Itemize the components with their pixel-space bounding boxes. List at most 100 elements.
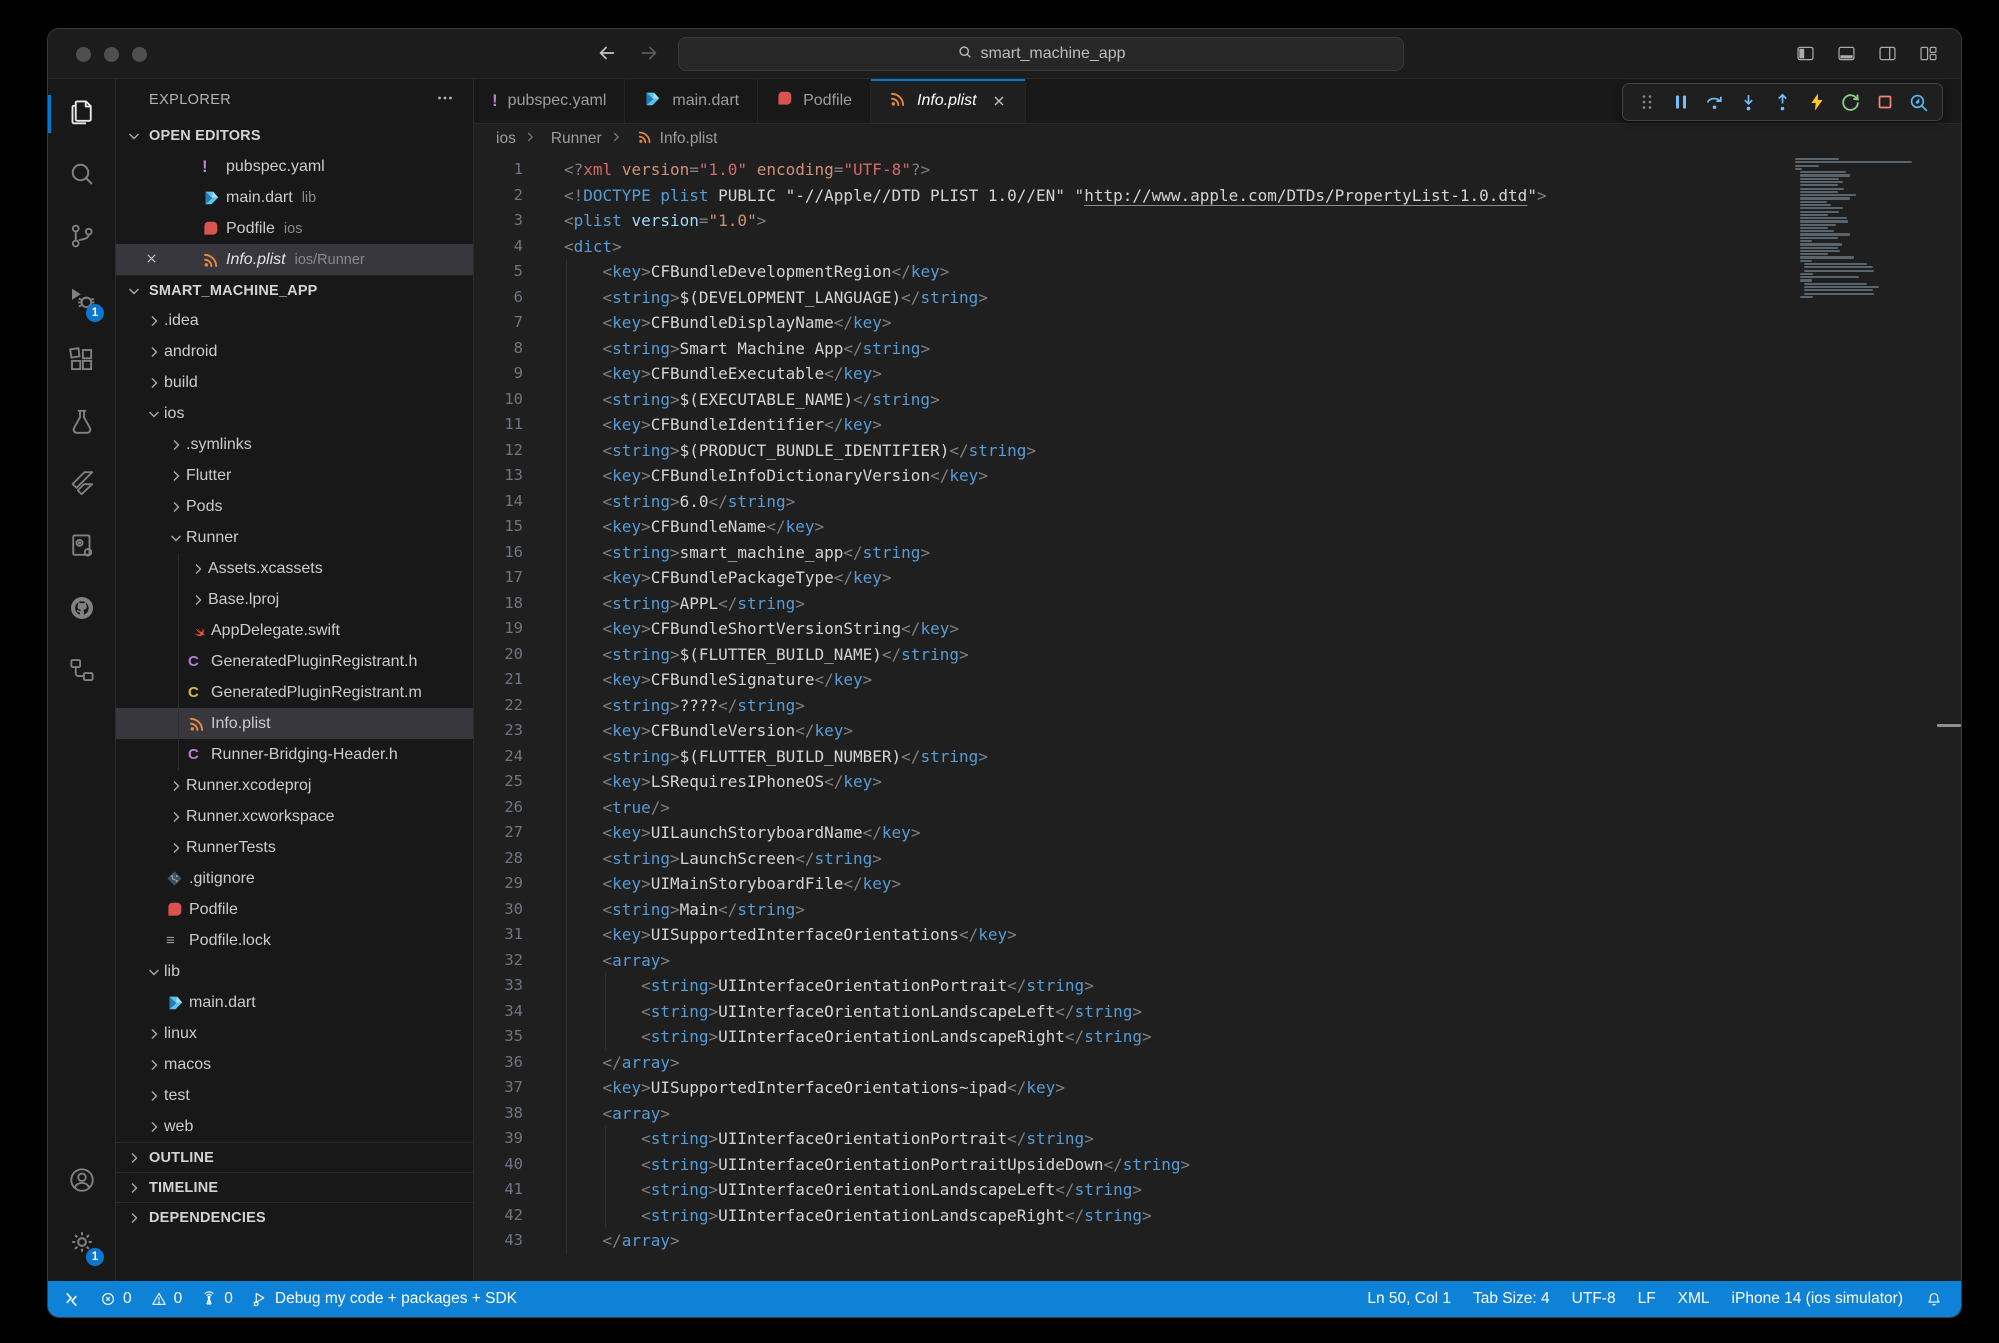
code-line[interactable]: 20 <string>$(FLUTTER_BUILD_NAME)</string… [474,642,1961,668]
code-line[interactable]: 18 <string>APPL</string> [474,591,1961,617]
activity-extensions[interactable] [48,331,115,393]
code-line[interactable]: 30 <string>Main</string> [474,897,1961,923]
debug-step-into-button[interactable] [1735,89,1762,116]
code-line[interactable]: 24 <string>$(FLUTTER_BUILD_NUMBER)</stri… [474,744,1961,770]
tree-item-flutter[interactable]: Flutter [116,460,473,491]
activity-account[interactable] [48,1151,115,1213]
code-line[interactable]: 41 <string>UIInterfaceOrientationLandsca… [474,1177,1961,1203]
activity-github[interactable] [48,579,115,641]
activity-explorer[interactable] [48,83,115,145]
code-line[interactable]: 26 <true/> [474,795,1961,821]
code-line[interactable]: 37 <key>UISupportedInterfaceOrientations… [474,1075,1961,1101]
code-line[interactable]: 25 <key>LSRequiresIPhoneOS</key> [474,769,1961,795]
activity-search[interactable] [48,145,115,207]
activity-project[interactable] [48,517,115,579]
debug-step-out-button[interactable] [1769,89,1796,116]
toggle-secondary-sidebar-button[interactable] [1877,43,1898,69]
code-line[interactable]: 6 <string>$(DEVELOPMENT_LANGUAGE)</strin… [474,285,1961,311]
code-line[interactable]: 5 <key>CFBundleDevelopmentRegion</key> [474,259,1961,285]
open-editor-info-plist[interactable]: Info.plist ios/Runner [116,244,473,275]
code-line[interactable]: 23 <key>CFBundleVersion</key> [474,718,1961,744]
activity-settings[interactable]: 1 [48,1213,115,1275]
tree-item-symlinks[interactable]: .symlinks [116,429,473,460]
section-outline[interactable]: OUTLINE [116,1142,473,1172]
tree-item-test[interactable]: test [116,1080,473,1111]
breadcrumb-runner[interactable]: Runner [516,130,602,149]
code-line[interactable]: 29 <key>UIMainStoryboardFile</key> [474,871,1961,897]
workspace-header[interactable]: SMART_MACHINE_APP [116,275,473,305]
open-editor-main-dart[interactable]: main.dart lib [116,182,473,213]
code-line[interactable]: 4<dict> [474,234,1961,260]
code-line[interactable]: 13 <key>CFBundleInfoDictionaryVersion</k… [474,463,1961,489]
tree-item-linux[interactable]: linux [116,1018,473,1049]
section-timeline[interactable]: TIMELINE [116,1172,473,1202]
debug-stop-button[interactable] [1871,89,1898,116]
tree-item-lib[interactable]: lib [116,956,473,987]
ports-indicator[interactable]: 0 [200,1290,233,1308]
activity-references[interactable] [48,641,115,703]
tree-item-macos[interactable]: macos [116,1049,473,1080]
tree-item-pods[interactable]: Pods [116,491,473,522]
close-editor-button[interactable] [144,251,159,271]
tree-item-base-lproj[interactable]: Base.lproj [116,584,473,615]
tab-main-dart[interactable]: main.dart [625,79,758,123]
code-line[interactable]: 39 <string>UIInterfaceOrientationPortrai… [474,1126,1961,1152]
code-line[interactable]: 11 <key>CFBundleIdentifier</key> [474,412,1961,438]
device-selector[interactable]: iPhone 14 (ios simulator) [1732,1290,1903,1308]
code-line[interactable]: 42 <string>UIInterfaceOrientationLandsca… [474,1203,1961,1229]
zoom-window-button[interactable] [132,47,147,62]
tree-item-build[interactable]: build [116,367,473,398]
cursor-position[interactable]: Ln 50, Col 1 [1367,1290,1451,1308]
code-line[interactable]: 28 <string>LaunchScreen</string> [474,846,1961,872]
code-line[interactable]: 8 <string>Smart Machine App</string> [474,336,1961,362]
tree-item-assets-xcassets[interactable]: Assets.xcassets [116,553,473,584]
activity-flutter[interactable] [48,455,115,517]
language-mode[interactable]: XML [1678,1290,1710,1308]
code-line[interactable]: 21 <key>CFBundleSignature</key> [474,667,1961,693]
breadcrumb-ios[interactable]: ios [496,130,516,148]
tree-item-web[interactable]: web [116,1111,473,1142]
code-line[interactable]: 38 <array> [474,1101,1961,1127]
debug-flutter-inspector-button[interactable] [1905,89,1932,116]
code-line[interactable]: 16 <string>smart_machine_app</string> [474,540,1961,566]
tree-item-main-dart[interactable]: main.dart [116,987,473,1018]
debug-pause-button[interactable] [1667,89,1694,116]
code-line[interactable]: 17 <key>CFBundlePackageType</key> [474,565,1961,591]
more-actions-button[interactable] [435,88,455,112]
activity-run-debug[interactable]: 1 [48,269,115,331]
tree-item-runnertests[interactable]: RunnerTests [116,832,473,863]
code-line[interactable]: 3<plist version="1.0"> [474,208,1961,234]
tab-info-plist[interactable]: Info.plist [871,79,1026,123]
nav-back-button[interactable] [596,42,618,69]
open-editor-podfile[interactable]: Podfile ios [116,213,473,244]
nav-forward-button[interactable] [638,42,660,69]
section-dependencies[interactable]: DEPENDENCIES [116,1202,473,1232]
activity-testing[interactable] [48,393,115,455]
command-center-search[interactable]: smart_machine_app [678,37,1404,71]
debug-config-indicator[interactable]: Debug my code + packages + SDK [251,1290,517,1308]
debug-step-over-button[interactable] [1701,89,1728,116]
code-line[interactable]: 15 <key>CFBundleName</key> [474,514,1961,540]
open-editor-pubspec-yaml[interactable]: ! pubspec.yaml [116,151,473,182]
debug-grip[interactable] [1633,89,1660,116]
errors-indicator[interactable]: 0 [99,1290,132,1308]
tree-item-runner[interactable]: Runner [116,522,473,553]
breadcrumb-info-plist[interactable]: Info.plist [602,129,718,150]
code-line[interactable]: 43 </array> [474,1228,1961,1254]
code-line[interactable]: 36 </array> [474,1050,1961,1076]
toggle-panel-button[interactable] [1836,43,1857,69]
tree-item-info-plist[interactable]: Info.plist [116,708,473,739]
code-line[interactable]: 27 <key>UILaunchStoryboardName</key> [474,820,1961,846]
close-tab-button[interactable] [991,93,1007,109]
scrollbar-mark[interactable] [1937,724,1961,727]
tree-item-generatedpluginregistrant-m[interactable]: C GeneratedPluginRegistrant.m [116,677,473,708]
code-line[interactable]: 35 <string>UIInterfaceOrientationLandsca… [474,1024,1961,1050]
code-line[interactable]: 34 <string>UIInterfaceOrientationLandsca… [474,999,1961,1025]
code-line[interactable]: 40 <string>UIInterfaceOrientationPortrai… [474,1152,1961,1178]
tree-item-gitignore[interactable]: .gitignore [116,863,473,894]
code-line[interactable]: 7 <key>CFBundleDisplayName</key> [474,310,1961,336]
code-line[interactable]: 12 <string>$(PRODUCT_BUNDLE_IDENTIFIER)<… [474,438,1961,464]
code-line[interactable]: 22 <string>????</string> [474,693,1961,719]
code-line[interactable]: 9 <key>CFBundleExecutable</key> [474,361,1961,387]
code-line[interactable]: 1<?xml version="1.0" encoding="UTF-8"?> [474,157,1961,183]
